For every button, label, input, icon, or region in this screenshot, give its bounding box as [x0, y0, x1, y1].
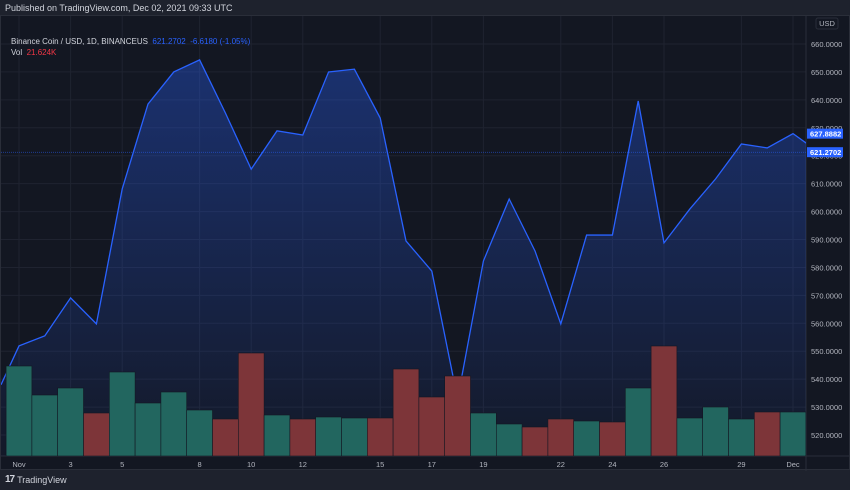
volume-bar: [83, 412, 110, 456]
high-price-tag-label: 627.8882: [810, 130, 841, 139]
x-tick-label: 26: [660, 460, 668, 469]
x-tick-label: 22: [557, 460, 565, 469]
volume-bar: [753, 411, 781, 456]
volume-bar: [134, 402, 162, 456]
y-tick-label: 570.0000: [811, 291, 842, 300]
volume-bar: [495, 423, 523, 456]
volume-bar: [418, 396, 445, 456]
series-group: [1, 59, 806, 456]
x-tick-label: 5: [120, 460, 124, 469]
volume-bar: [186, 409, 213, 456]
volume-bar: [341, 417, 368, 456]
brand-label: TradingView: [17, 474, 67, 485]
y-tick-label: 590.0000: [811, 236, 842, 245]
volume-bar: [263, 414, 291, 456]
volume-bar: [160, 391, 187, 456]
x-tick-label: Dec: [786, 460, 800, 469]
volume-bar: [624, 387, 652, 456]
tradingview-logo[interactable]: 17 TradingView: [5, 474, 67, 485]
volume-bar: [5, 365, 33, 456]
volume-bar: [57, 387, 84, 456]
y-tick-label: 540.0000: [811, 375, 842, 384]
price-chart[interactable]: 520.0000 530.0000 540.0000 550.0000 560.0000…: [1, 16, 850, 471]
published-caption: Published on TradingView.com, Dec 02, 20…: [5, 3, 233, 13]
legend: Binance Coin / USD, 1D, BINANCEUS 621.27…: [11, 36, 250, 58]
volume-bar: [547, 418, 575, 456]
last-price: 621.2702: [152, 37, 186, 46]
x-tick-label: 10: [247, 460, 255, 469]
chart-pane[interactable]: 520.0000 530.0000 540.0000 550.0000 560.0000…: [0, 15, 850, 471]
volume-bar: [650, 345, 678, 456]
volume-bar: [366, 417, 394, 456]
volume-bar: [676, 417, 704, 456]
x-tick-label: 19: [479, 460, 487, 469]
x-tick-label: 12: [299, 460, 307, 469]
volume-bar: [444, 375, 471, 456]
volume-bar: [521, 426, 549, 456]
volume-bar: [212, 418, 239, 456]
y-tick-label: 580.0000: [811, 263, 842, 272]
y-tick-label: 530.0000: [811, 403, 842, 412]
volume-bar: [779, 411, 806, 456]
vol-value: 21.624K: [26, 48, 57, 57]
y-tick-label: 640.0000: [811, 96, 842, 105]
currency-label: USD: [819, 19, 835, 28]
x-tick-label: 29: [737, 460, 745, 469]
volume-bar: [728, 418, 755, 456]
volume-bar: [109, 371, 136, 456]
volume-bar: [702, 406, 729, 456]
vol-label: Vol: [11, 48, 23, 57]
volume-bar: [573, 420, 600, 456]
x-tick-label: 17: [428, 460, 436, 469]
tv-logo-icon: 17: [5, 474, 15, 485]
x-tick-label: Nov: [12, 460, 26, 469]
price-change: -6.6180 (-1.05%): [190, 37, 251, 46]
volume-bar: [31, 394, 58, 456]
y-tick-label: 550.0000: [811, 347, 842, 356]
y-tick-label: 650.0000: [811, 68, 842, 77]
x-tick-label: 8: [198, 460, 202, 469]
volume-bar: [599, 421, 626, 456]
volume-bar: [470, 412, 497, 456]
volume-bar: [238, 352, 265, 456]
y-tick-label: 600.0000: [811, 208, 842, 217]
y-tick-label: 560.0000: [811, 319, 842, 328]
y-tick-label: 520.0000: [811, 431, 842, 440]
volume-bar: [315, 416, 342, 456]
volume-bar: [289, 418, 316, 456]
x-tick-label: 15: [376, 460, 384, 469]
y-tick-label: 610.0000: [811, 180, 842, 189]
symbol-title: Binance Coin / USD, 1D, BINANCEUS: [11, 37, 148, 46]
volume-bar: [392, 368, 420, 456]
x-tick-label: 3: [69, 460, 73, 469]
y-tick-label: 660.0000: [811, 40, 842, 49]
x-tick-label: 24: [608, 460, 616, 469]
last-price-tag-label: 621.2702: [810, 148, 841, 157]
